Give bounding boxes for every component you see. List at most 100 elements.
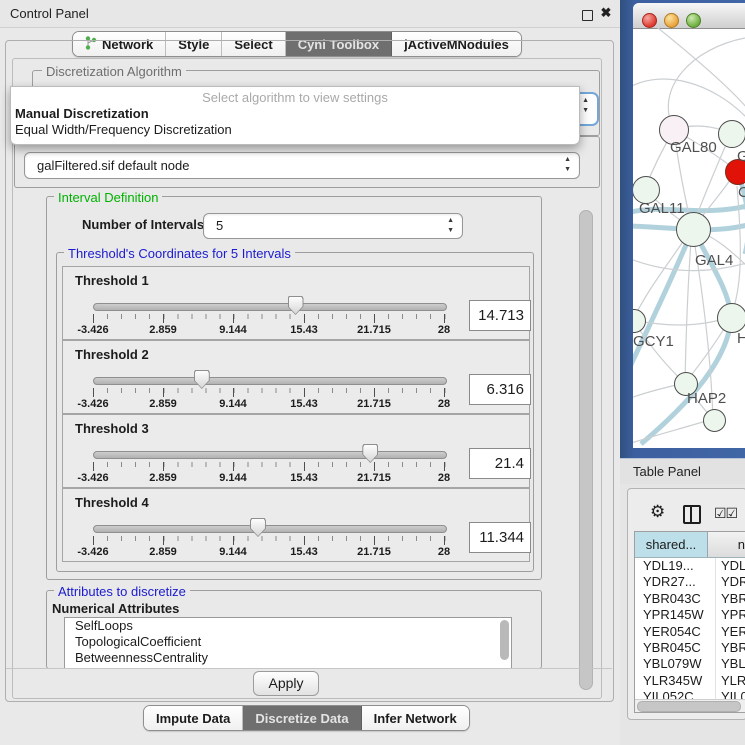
close-icon[interactable]: ✖ [600,7,612,19]
tab-infer-network[interactable]: Infer Network [362,706,469,730]
threshold-1-slider-handle[interactable] [288,296,304,315]
network-node[interactable] [703,409,726,432]
table-panel-container: ⚙ ☑☑ shared... n YDL19...YDL1 YDR27...YD… [627,488,745,720]
tick-label: -3.426 [77,324,108,336]
column-header-shared-name[interactable]: shared... [635,532,708,557]
vertical-scrollbar[interactable] [579,210,593,690]
control-panel-title: Control Panel [10,6,89,21]
threshold-1-value-field[interactable]: 14.713 [469,300,531,331]
apply-button[interactable]: Apply [253,671,319,696]
table-row[interactable]: YER054CYER0 [635,624,745,640]
threshold-3-panel: Threshold 3 -3.4262.8599.14415.4321.7152… [62,414,530,488]
threshold-4-slider-handle[interactable] [250,518,266,537]
column-header-name[interactable]: n [708,532,745,557]
tick [93,314,94,323]
threshold-3-slider-track[interactable] [93,451,447,459]
table-row[interactable]: YBL079WYBL0 [635,656,745,672]
table-row[interactable]: YLR345WYLR3 [635,673,745,689]
threshold-2-slider-handle[interactable] [194,370,210,389]
cell[interactable]: YBR0 [716,591,745,607]
tab-discretize-data[interactable]: Discretize Data [243,706,361,730]
threshold-1-slider-track[interactable] [93,303,447,311]
tick-label: -3.426 [77,398,108,410]
cell[interactable]: YBL079W [635,656,716,672]
threshold-4-value-field[interactable]: 11.344 [469,522,531,553]
cell[interactable]: YDR2 [716,574,745,590]
node-label: GCY1 [633,333,674,350]
horizontal-scrollbar[interactable] [635,699,745,712]
tick-label: 15.43 [290,398,318,410]
horizontal-scrollbar-thumb[interactable] [637,701,741,712]
table-row[interactable]: YDL19...YDL1 [635,558,745,574]
threshold-3-value-field[interactable]: 21.4 [469,448,531,479]
cell[interactable]: YIL0 [716,689,745,699]
network-node[interactable] [718,120,745,148]
list-item[interactable]: TopologicalCoefficient [65,634,511,650]
cell[interactable]: YER0 [716,624,745,640]
tick-label: 28 [438,546,450,558]
cell[interactable]: YBR045C [635,640,716,656]
attributes-list: SelfLoops TopologicalCoefficient Between… [64,617,512,669]
tick [374,536,375,545]
tick-label: 21.715 [357,472,391,484]
algorithm-group-title: Discretization Algorithm [42,64,186,79]
network-window-titlebar[interactable] [633,3,745,29]
float-window-icon[interactable] [582,10,593,21]
network-node[interactable] [676,212,711,247]
cell[interactable]: YLR345W [635,673,716,689]
cell[interactable]: YIL052C [635,689,716,699]
table-row[interactable]: YIL052CYIL0 [635,689,745,699]
threshold-3-slider-handle[interactable] [362,444,378,463]
cell[interactable]: YDL19... [635,558,716,574]
table-header-row: shared... n [635,532,745,558]
table-data-combo[interactable]: galFiltered.sif default node ▲▼ [24,152,580,179]
attributes-list-scrollbar[interactable] [500,620,509,660]
tick [444,536,445,545]
table-row[interactable]: YDR27...YDR2 [635,574,745,590]
number-of-intervals-combo[interactable]: 5 ▲▼ [203,213,463,239]
threshold-2-slider-track[interactable] [93,377,447,385]
dropdown-option-equal-width[interactable]: Equal Width/Frequency Discretization [11,122,583,138]
gear-icon[interactable]: ⚙ [650,503,665,520]
cell[interactable]: YBR043C [635,591,716,607]
tick-label: 21.715 [357,546,391,558]
zoom-traffic-light[interactable] [686,13,701,28]
cell[interactable]: YPR1 [716,607,745,623]
threshold-1-label: Threshold 1 [75,273,149,288]
cell[interactable]: YDR27... [635,574,716,590]
table-row[interactable]: YBR045CYBR0 [635,640,745,656]
node-label: GAL11 [639,200,685,217]
network-node[interactable] [717,303,745,333]
cell[interactable]: YER054C [635,624,716,640]
list-item[interactable]: BetweennessCentrality [65,650,511,666]
network-window: GAL80 GA C GAL11 GAL4 GCY1 H HAP2 [633,3,745,448]
table-row[interactable]: YPR145WYPR1 [635,607,745,623]
table-row[interactable]: YBR043CYBR0 [635,591,745,607]
minimize-traffic-light[interactable] [664,13,679,28]
cell[interactable]: YBR0 [716,640,745,656]
network-canvas[interactable]: GAL80 GA C GAL11 GAL4 GCY1 H HAP2 [633,28,745,448]
list-item[interactable]: SelfLoops [65,618,511,634]
combo-stepper-icon: ▲▼ [564,155,571,175]
columns-icon[interactable] [683,505,701,524]
minor-tick-marks [93,314,446,319]
threshold-2-value-field[interactable]: 6.316 [469,374,531,405]
cell[interactable]: YBL0 [716,656,745,672]
threshold-4-slider-track[interactable] [93,525,447,533]
tab-impute-data[interactable]: Impute Data [144,706,243,730]
dropdown-placeholder-item[interactable]: Select algorithm to view settings [11,90,579,106]
cell[interactable]: YPR145W [635,607,716,623]
node-label: C [738,184,745,201]
select-columns-checkboxes-icon[interactable]: ☑☑ [714,505,737,522]
cell[interactable]: YLR3 [716,673,745,689]
tick-label: 2.859 [149,546,177,558]
node-label: GAL4 [695,252,733,269]
table-panel-title: Table Panel [633,464,701,479]
threshold-4-label: Threshold 4 [75,495,149,510]
cell[interactable]: YDL1 [716,558,745,574]
tick [163,536,164,545]
dropdown-option-manual-discretization[interactable]: Manual Discretization [11,106,583,122]
close-traffic-light[interactable] [642,13,657,28]
node-label: HAP2 [687,390,726,407]
tick [163,388,164,397]
